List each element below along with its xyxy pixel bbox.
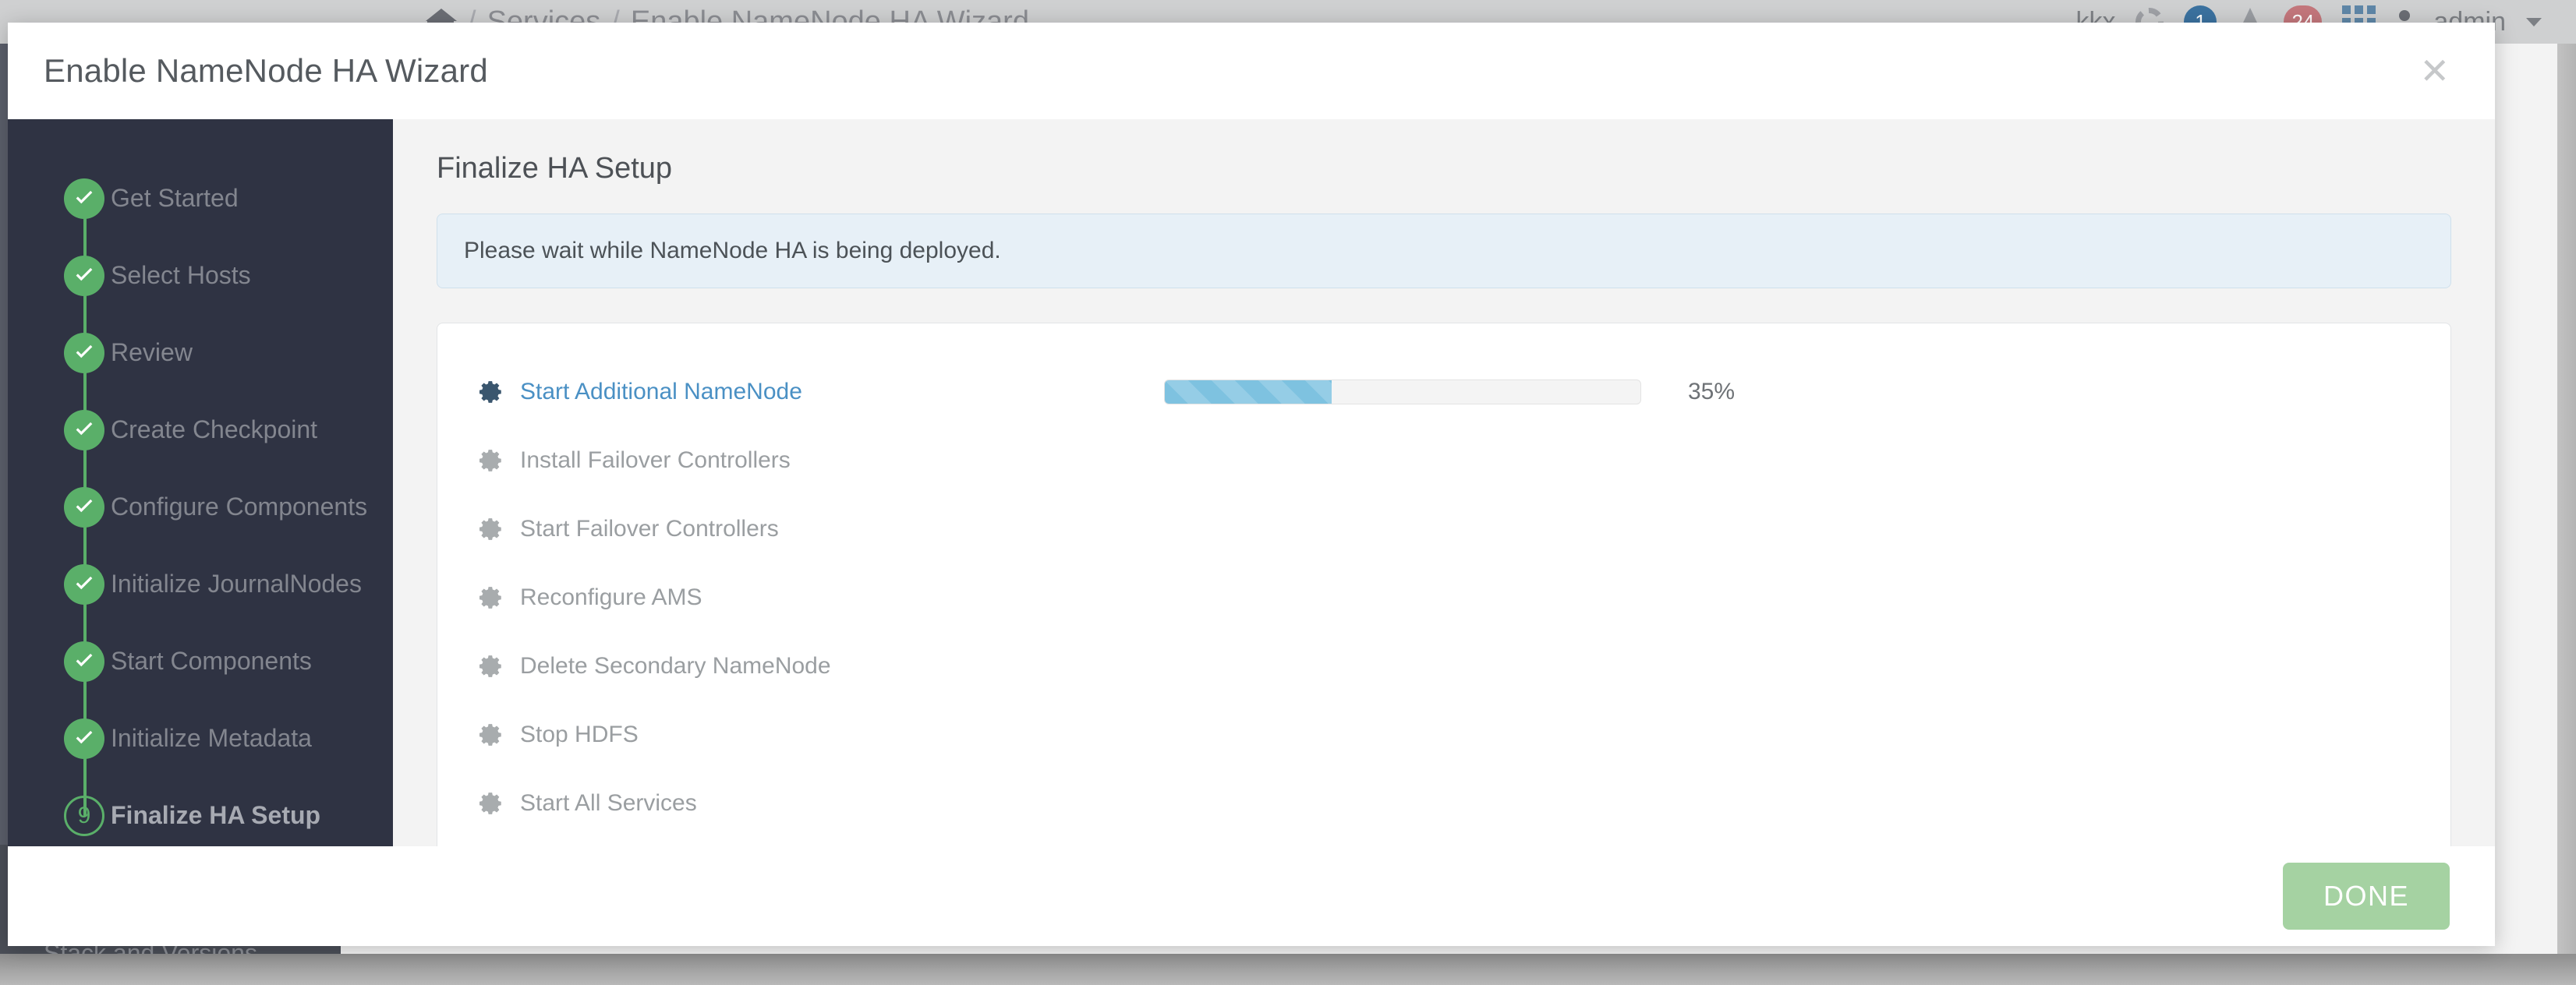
wizard-step-label: Initialize Metadata <box>111 724 312 753</box>
task-progress-fill <box>1165 380 1332 404</box>
gear-icon <box>478 653 504 680</box>
task-left: Start All Services <box>478 790 1164 817</box>
gear-icon <box>478 447 504 474</box>
check-icon <box>64 487 104 528</box>
check-icon <box>64 333 104 373</box>
wizard-step-initialize-journalnodes[interactable]: Initialize JournalNodes <box>8 545 393 623</box>
wizard-step-label: Select Hosts <box>111 261 251 290</box>
task-left: Start Failover Controllers <box>478 516 1164 542</box>
step-number: 9 <box>78 804 91 828</box>
page-scrollbar[interactable] <box>2557 44 2576 985</box>
wizard-step-get-started[interactable]: Get Started <box>8 160 393 237</box>
chevron-down-icon[interactable] <box>2526 18 2542 26</box>
task-label[interactable]: Install Failover Controllers <box>520 447 791 474</box>
gear-icon <box>478 584 504 611</box>
check-icon <box>64 256 104 296</box>
done-button[interactable]: DONE <box>2283 863 2450 930</box>
gear-icon <box>478 516 504 542</box>
task-row[interactable]: Delete Secondary NameNode <box>437 632 2450 701</box>
gear-icon <box>478 722 504 748</box>
wizard-step-label: Create Checkpoint <box>111 415 317 444</box>
wizard-step-label: Start Components <box>111 647 312 676</box>
wizard-step-create-checkpoint[interactable]: Create Checkpoint <box>8 391 393 468</box>
task-progress-bar <box>1164 380 1641 404</box>
modal-body: Get Started Select Hosts Review Create Chec… <box>8 119 2495 846</box>
task-label[interactable]: Start Failover Controllers <box>520 516 779 542</box>
task-label[interactable]: Reconfigure AMS <box>520 584 702 611</box>
task-left: Start Additional NameNode <box>478 379 1164 405</box>
task-row[interactable]: Reconfigure AMS <box>437 563 2450 632</box>
task-left: Delete Secondary NameNode <box>478 653 1164 680</box>
task-left: Reconfigure AMS <box>478 584 1164 611</box>
task-row[interactable]: Start Failover Controllers <box>437 495 2450 563</box>
wizard-step-label: Review <box>111 338 193 367</box>
wizard-step-label: Initialize JournalNodes <box>111 570 362 598</box>
page-title: Finalize HA Setup <box>437 152 2451 185</box>
modal-title: Enable NameNode HA Wizard <box>44 52 488 90</box>
wizard-step-configure-components[interactable]: Configure Components <box>8 468 393 545</box>
check-icon <box>64 178 104 219</box>
task-left: Stop HDFS <box>478 722 1164 748</box>
wizard-step-finalize-ha-setup[interactable]: 9 Finalize HA Setup <box>8 777 393 854</box>
wizard-modal: Enable NameNode HA Wizard ✕ Get Started S… <box>8 23 2495 946</box>
background-bottom-bar <box>0 954 2576 985</box>
modal-header: Enable NameNode HA Wizard ✕ <box>8 23 2495 119</box>
wizard-step-start-components[interactable]: Start Components <box>8 623 393 700</box>
wizard-step-review[interactable]: Review <box>8 314 393 391</box>
task-row[interactable]: Start Additional NameNode 35% <box>437 358 2450 426</box>
check-icon <box>64 718 104 759</box>
task-label[interactable]: Start All Services <box>520 790 697 817</box>
task-label[interactable]: Stop HDFS <box>520 722 639 748</box>
check-icon <box>64 564 104 605</box>
wizard-step-initialize-metadata[interactable]: Initialize Metadata <box>8 700 393 777</box>
task-list-panel: Start Additional NameNode 35% Install Fail… <box>437 323 2451 870</box>
task-row[interactable]: Stop HDFS <box>437 701 2450 769</box>
modal-footer: DONE <box>8 846 2495 946</box>
gear-icon <box>478 790 504 817</box>
task-label[interactable]: Start Additional NameNode <box>520 379 802 405</box>
task-row[interactable]: Install Failover Controllers <box>437 426 2450 495</box>
task-label[interactable]: Delete Secondary NameNode <box>520 653 831 680</box>
task-left: Install Failover Controllers <box>478 447 1164 474</box>
wizard-step-sidebar: Get Started Select Hosts Review Create Chec… <box>8 119 393 846</box>
wizard-step-label: Configure Components <box>111 492 367 521</box>
info-alert: Please wait while NameNode HA is being d… <box>437 214 2451 288</box>
check-icon <box>64 641 104 682</box>
close-icon[interactable]: ✕ <box>2410 48 2459 94</box>
step-number-badge: 9 <box>64 796 104 836</box>
wizard-step-label: Get Started <box>111 184 239 213</box>
wizard-step-select-hosts[interactable]: Select Hosts <box>8 237 393 314</box>
wizard-content-pane: Finalize HA Setup Please wait while Name… <box>393 119 2495 846</box>
gear-icon <box>478 379 504 405</box>
task-row[interactable]: Start All Services <box>437 769 2450 838</box>
task-progress-percent: 35% <box>1688 379 1735 405</box>
check-icon <box>64 410 104 450</box>
wizard-step-label: Finalize HA Setup <box>111 801 320 830</box>
